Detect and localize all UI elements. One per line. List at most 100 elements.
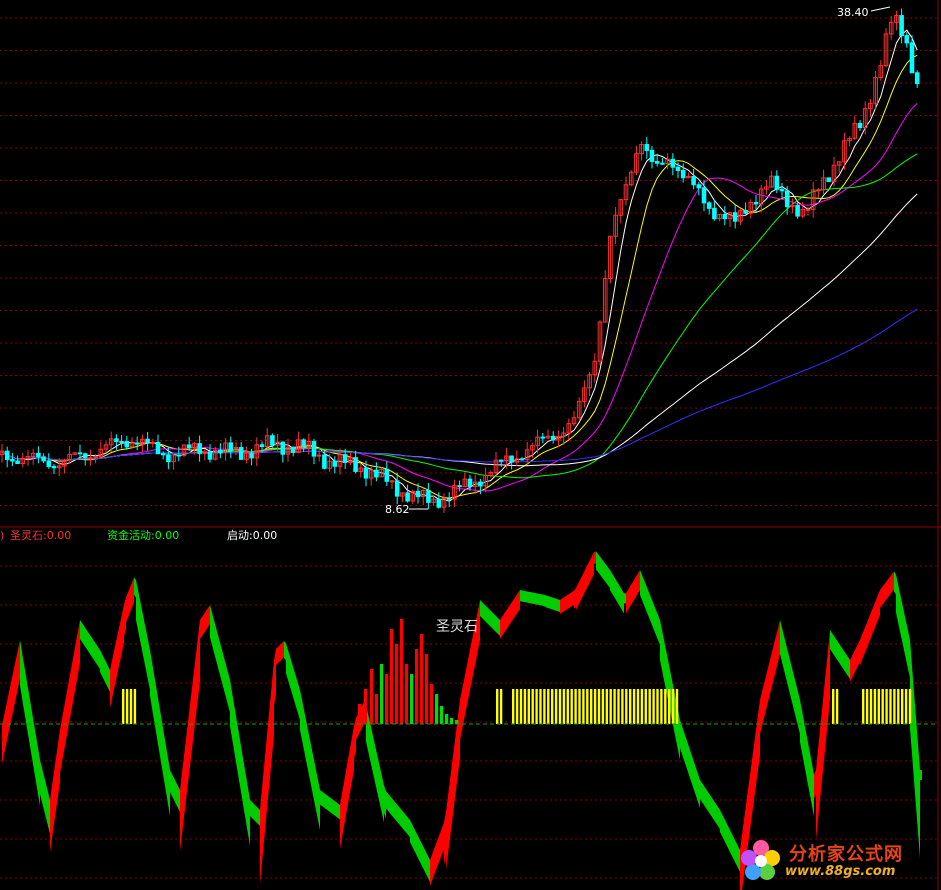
- ribbon-segment: [384, 785, 386, 819]
- ribbon-segment: [22, 652, 24, 710]
- start-bar: [893, 689, 896, 724]
- ribbon-segment: [706, 789, 708, 811]
- ribbon-segment: [884, 582, 886, 603]
- start-bar: [527, 689, 530, 724]
- candle-body: [675, 166, 681, 171]
- candle-body: [857, 122, 863, 129]
- ribbon-segment: [596, 551, 598, 572]
- start-bar: [640, 689, 644, 724]
- candle-body: [795, 204, 800, 217]
- start-bar: [558, 689, 562, 724]
- ribbon-segment: [374, 740, 376, 787]
- candle-body: [426, 489, 431, 503]
- ribbon-segment: [52, 772, 54, 838]
- ribbon-segment: [324, 793, 326, 809]
- money-bar: [440, 706, 444, 724]
- start-bar: [496, 689, 499, 724]
- ribbon-segment: [82, 623, 84, 645]
- ribbon-segment: [636, 573, 638, 597]
- start-bar: [512, 689, 515, 724]
- ribbon-segment: [406, 815, 408, 835]
- candle-body: [280, 441, 286, 455]
- ribbon-segment: [900, 593, 902, 641]
- ribbon-segment: [664, 640, 666, 690]
- ribbon-segment: [292, 663, 294, 700]
- candle-body: [478, 481, 483, 487]
- ribbon-segment: [720, 810, 722, 836]
- ribbon-segment: [20, 640, 22, 698]
- start-bar: [593, 689, 597, 724]
- ribbon-segment: [614, 576, 616, 600]
- ribbon-segment: [396, 803, 398, 823]
- start-bar: [648, 689, 651, 724]
- ribbon-segment: [344, 771, 346, 827]
- ribbon-segment: [838, 642, 840, 664]
- ribbon-segment: [382, 776, 384, 823]
- start-bar: [668, 689, 671, 724]
- ribbon-segment: [54, 758, 56, 824]
- ribbon-segment: [254, 804, 256, 822]
- ribbon-segment: [94, 641, 96, 663]
- ribbon-segment: [694, 762, 696, 796]
- start-bar: [865, 689, 869, 724]
- price-high-label: 38.40: [837, 6, 869, 19]
- ribbon-segment: [112, 651, 114, 699]
- ribbon-segment: [124, 597, 126, 637]
- ribbon-segment: [510, 602, 512, 624]
- ribbon-segment: [612, 573, 614, 597]
- ribbon-segment: [92, 638, 94, 660]
- ribbon-segment: [278, 645, 280, 663]
- ribbon-segment: [2, 716, 4, 764]
- ribbon-segment: [356, 714, 358, 740]
- ribbon-segment: [268, 703, 270, 799]
- ribbon-segment: [26, 676, 28, 734]
- ribbon-segment: [404, 812, 406, 833]
- candle-body: [197, 443, 202, 454]
- ribbon-segment: [726, 822, 728, 848]
- ribbon-segment: [774, 636, 776, 678]
- ribbon-segment: [868, 615, 870, 645]
- ribbon-segment: [196, 637, 198, 715]
- ribbon-segment: [502, 614, 504, 636]
- ribbon-segment: [792, 668, 794, 710]
- start-bar: [873, 689, 877, 724]
- ribbon-segment: [274, 649, 276, 706]
- moving-average-line: [1, 308, 918, 463]
- ribbon-segment: [600, 556, 602, 578]
- legend-qidong: 启动:0.00: [227, 529, 278, 542]
- start-bar: [885, 689, 888, 724]
- ribbon-segment: [84, 626, 86, 648]
- money-bar: [420, 634, 424, 724]
- ribbon-segment: [692, 756, 694, 790]
- ribbon-segment: [578, 580, 580, 606]
- start-bar: [832, 689, 835, 724]
- ribbon-segment: [376, 749, 378, 796]
- ribbon-segment: [372, 731, 374, 778]
- money-bar: [400, 619, 404, 724]
- ribbon-segment: [314, 760, 316, 810]
- ribbon-segment: [104, 658, 106, 684]
- ribbon-segment: [894, 571, 896, 595]
- ribbon-segment: [100, 650, 102, 676]
- ribbon-segment: [310, 740, 312, 790]
- ribbon-segment: [316, 770, 318, 820]
- legend-zijinhuodong: 资金活动:0.00: [107, 529, 180, 542]
- ribbon-segment: [622, 590, 624, 614]
- start-bar: [652, 689, 655, 724]
- ribbon-segment: [824, 670, 826, 760]
- ribbon-segment: [150, 650, 152, 708]
- ribbon-segment: [540, 594, 542, 606]
- ribbon-segment: [544, 594, 546, 607]
- ribbon-segment: [768, 660, 770, 702]
- ribbon-segment: [606, 564, 608, 586]
- ribbon-segment: [702, 783, 704, 805]
- start-bar: [515, 689, 519, 724]
- ribbon-segment: [604, 562, 606, 583]
- ribbon-segment: [40, 760, 42, 802]
- candle-body: [696, 184, 702, 189]
- ribbon-segment: [532, 592, 534, 604]
- candle-body: [119, 440, 124, 443]
- ribbon-segment: [912, 666, 914, 780]
- ribbon-segment: [662, 630, 664, 680]
- candle-body: [649, 149, 655, 163]
